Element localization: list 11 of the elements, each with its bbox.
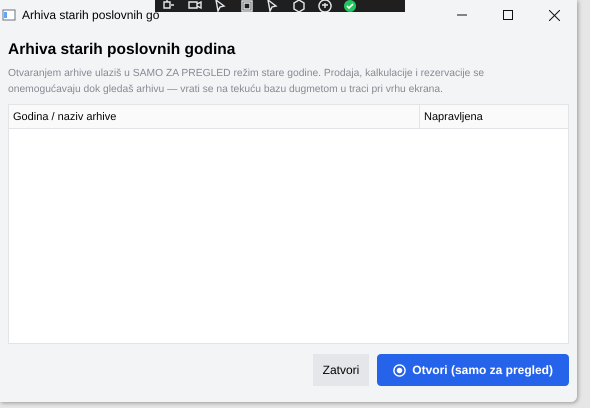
column-header[interactable]: Napravljena — [420, 105, 568, 128]
window-title: Arhiva starih poslovnih go — [22, 7, 160, 24]
maximize-icon — [503, 10, 513, 20]
dialog-description: Otvaranjem arhive ulaziš u SAMO ZA PREGLED režim stare godine. Prodaja, kalkulacije i rezervacije se onemogućavaju dok gledaš arhivu — vrati se na tekuću bazu dugmetom u traci pri vrhu ekrana. — [8, 67, 486, 98]
open-button[interactable]: Otvori (samo za pregled) — [377, 354, 569, 386]
dialog-heading: Arhiva starih poslovnih godina — [8, 40, 236, 60]
check-icon[interactable] — [343, 0, 357, 12]
camera-icon[interactable] — [187, 0, 203, 12]
close-dialog-button[interactable]: Zatvori — [312, 354, 370, 386]
close-icon — [548, 10, 560, 20]
column-header[interactable]: Godina / naziv arhive — [9, 105, 420, 128]
